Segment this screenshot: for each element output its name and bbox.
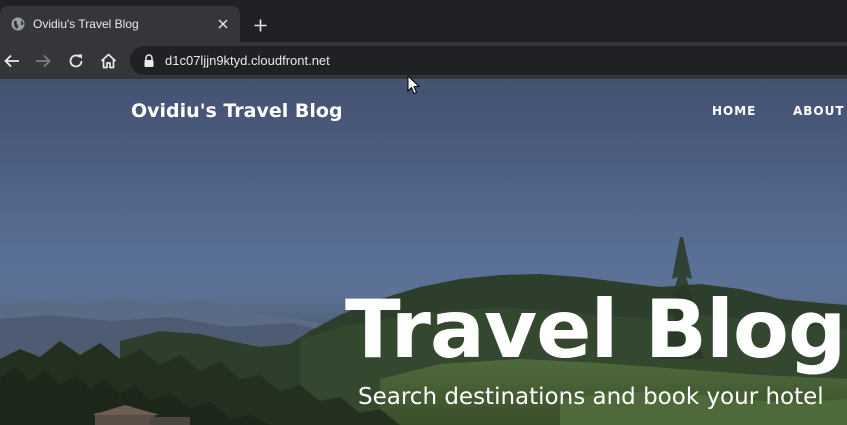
arrow-left-icon bbox=[4, 54, 20, 68]
page-viewport: Ovidiu's Travel Blog HOME ABOUT Travel B… bbox=[0, 79, 847, 425]
close-icon[interactable] bbox=[214, 15, 232, 33]
browser-tab-strip: Ovidiu's Travel Blog bbox=[0, 0, 847, 42]
nav-home-link[interactable]: HOME bbox=[712, 104, 756, 118]
reload-icon bbox=[68, 53, 84, 69]
browser-toolbar: d1c07ljjn9ktyd.cloudfront.net bbox=[0, 42, 847, 79]
home-icon bbox=[100, 53, 117, 69]
url-text: d1c07ljjn9ktyd.cloudfront.net bbox=[165, 53, 330, 68]
globe-icon bbox=[11, 17, 25, 31]
arrow-right-icon bbox=[35, 54, 51, 68]
site-brand[interactable]: Ovidiu's Travel Blog bbox=[131, 100, 343, 122]
lock-icon[interactable] bbox=[143, 53, 155, 68]
nav-about-link[interactable]: ABOUT bbox=[793, 104, 845, 118]
back-button[interactable] bbox=[0, 49, 24, 73]
mouse-cursor-icon bbox=[407, 75, 420, 95]
browser-tab[interactable]: Ovidiu's Travel Blog bbox=[0, 6, 240, 42]
address-bar[interactable]: d1c07ljjn9ktyd.cloudfront.net bbox=[130, 46, 847, 75]
hero-title: Travel Blog bbox=[345, 283, 846, 376]
home-button[interactable] bbox=[96, 49, 120, 73]
reload-button[interactable] bbox=[64, 49, 88, 73]
forward-button[interactable] bbox=[31, 49, 55, 73]
new-tab-button[interactable] bbox=[249, 14, 271, 36]
plus-icon bbox=[254, 19, 267, 32]
tab-title: Ovidiu's Travel Blog bbox=[33, 17, 139, 31]
hero-subtitle: Search destinations and book your hotel bbox=[358, 384, 824, 410]
